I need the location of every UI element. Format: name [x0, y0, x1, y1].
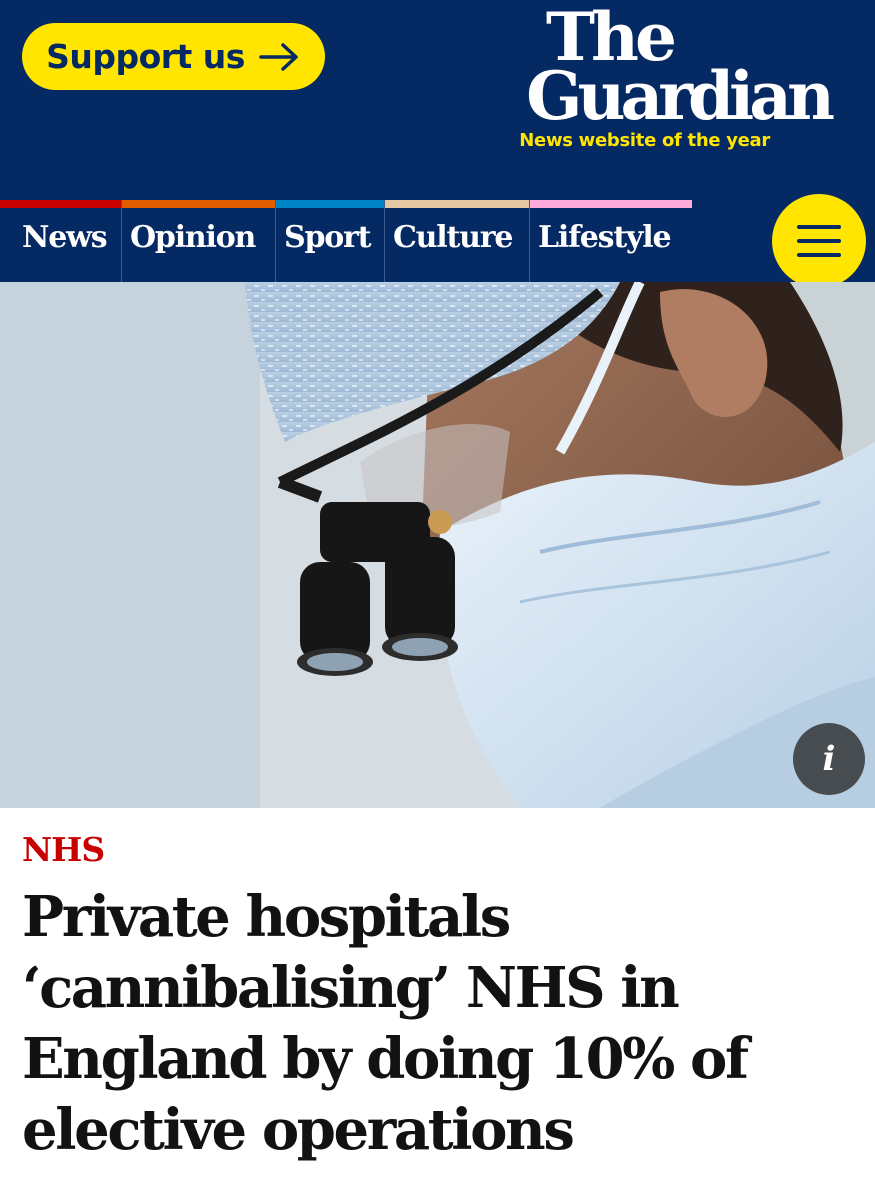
pillar-bar-opinion [122, 200, 275, 208]
section-kicker[interactable]: NHS [22, 830, 105, 869]
nav-item-sport[interactable]: Sport [276, 200, 385, 282]
logo-tagline: News website of the year [519, 130, 770, 151]
nav-item-culture[interactable]: Culture [385, 200, 530, 282]
nav-label-culture: Culture [393, 220, 513, 255]
nav-item-news[interactable]: News [0, 200, 122, 282]
surgeon-photo [0, 282, 875, 808]
nav-label-news: News [22, 220, 108, 255]
hamburger-icon [797, 225, 841, 257]
support-us-label: Support us [46, 37, 245, 76]
nav-item-opinion[interactable]: Opinion [122, 200, 276, 282]
pillar-bar-culture [385, 200, 529, 208]
support-us-button[interactable]: Support us [22, 23, 325, 90]
hero-image [0, 282, 875, 808]
nav-label-sport: Sport [284, 220, 372, 255]
nav-label-opinion: Opinion [130, 220, 256, 255]
image-info-button[interactable]: i [793, 723, 865, 795]
pillar-bar-news [0, 200, 121, 208]
primary-nav: News Opinion Sport Culture Lifestyle [0, 200, 875, 282]
masthead: Support us The Guardian News website of … [0, 0, 875, 200]
nav-label-lifestyle: Lifestyle [538, 220, 672, 255]
pillar-bar-lifestyle [530, 200, 692, 208]
nav-item-lifestyle[interactable]: Lifestyle [530, 200, 692, 282]
guardian-logo[interactable]: The Guardian News website of the year [440, 4, 835, 154]
article-headline: Private hospitals ‘cannibalising’ NHS in… [22, 884, 749, 1163]
logo-guardian: Guardian [526, 57, 835, 135]
info-icon: i [822, 739, 836, 779]
menu-button[interactable] [772, 194, 866, 288]
arrow-right-icon [259, 42, 298, 71]
pillar-bar-sport [276, 200, 384, 208]
